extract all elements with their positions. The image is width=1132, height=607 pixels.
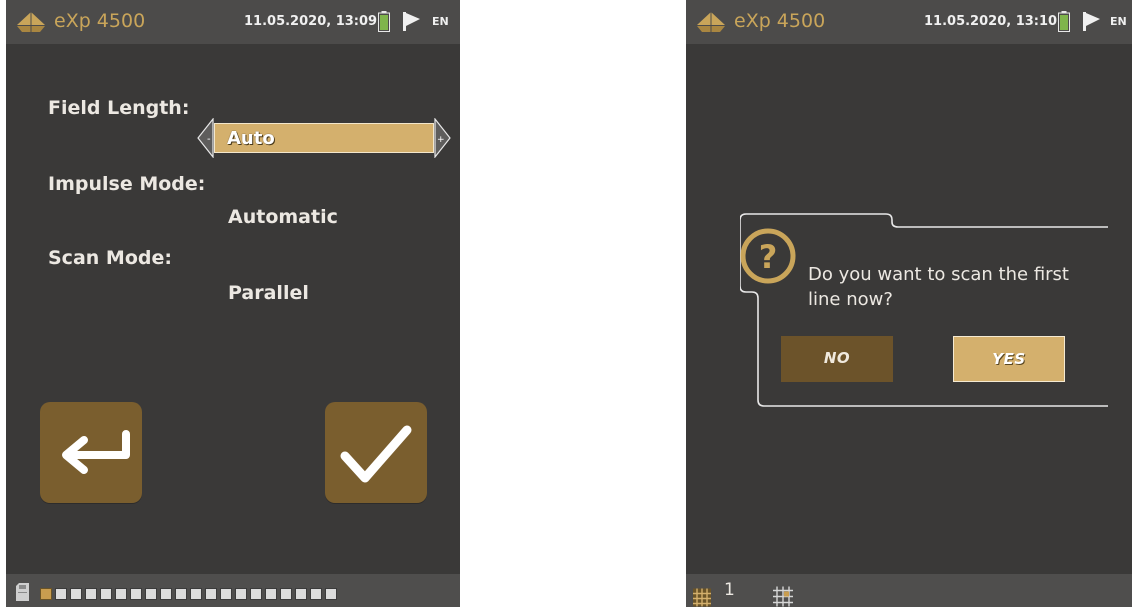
progress-segment xyxy=(220,588,232,600)
ground-scanner-logo-icon xyxy=(697,12,725,32)
field-length-selector[interactable]: - Auto + xyxy=(196,118,452,158)
progress-segment xyxy=(250,588,262,600)
language-indicator[interactable]: EN xyxy=(432,15,449,28)
scan-confirmation-dialog: ? Do you want to scan the first line now… xyxy=(740,212,1108,408)
flag-icon xyxy=(403,12,420,31)
progress-segment xyxy=(115,588,127,600)
scan-mode-value[interactable]: Parallel xyxy=(228,282,309,304)
scan-mode-label: Scan Mode: xyxy=(48,247,172,269)
app-title: eXp 4500 xyxy=(54,10,146,32)
language-indicator[interactable]: EN xyxy=(1110,15,1127,28)
settings-screen: eXp 4500 11.05.2020, 13:09 EN Field Leng… xyxy=(6,0,460,607)
scan-prompt-screen: eXp 4500 11.05.2020, 13:10 EN ? Do you w… xyxy=(686,0,1132,607)
progress-segment xyxy=(295,588,307,600)
progress-segment xyxy=(145,588,157,600)
progress-segment xyxy=(310,588,322,600)
grid-pattern-icon xyxy=(773,586,793,607)
no-button[interactable]: NO xyxy=(781,336,893,382)
progress-segment xyxy=(205,588,217,600)
progress-segment xyxy=(325,588,337,600)
progress-segment xyxy=(160,588,172,600)
back-button[interactable] xyxy=(40,402,142,503)
svg-text:?: ? xyxy=(759,238,778,276)
progress-segment xyxy=(265,588,277,600)
field-length-value-box[interactable]: Auto xyxy=(214,123,434,153)
progress-segment xyxy=(280,588,292,600)
yes-button[interactable]: YES xyxy=(953,336,1065,382)
progress-segment xyxy=(70,588,82,600)
increase-arrow-icon[interactable]: + xyxy=(434,118,452,158)
line-count: 1 xyxy=(724,580,735,600)
field-length-label: Field Length: xyxy=(48,97,190,119)
progress-segment xyxy=(175,588,187,600)
progress-segment xyxy=(130,588,142,600)
sd-card-icon xyxy=(16,583,29,601)
battery-icon xyxy=(378,11,390,32)
datetime: 11.05.2020, 13:10 xyxy=(924,14,1058,29)
scan-grid-icon xyxy=(693,588,711,607)
ground-scanner-logo-icon xyxy=(17,12,45,32)
confirm-button[interactable] xyxy=(325,402,427,503)
app-title: eXp 4500 xyxy=(734,10,826,32)
no-button-label: NO xyxy=(823,349,851,367)
progress-segment xyxy=(55,588,67,600)
dialog-message: Do you want to scan the first line now? xyxy=(808,264,1069,310)
progress-segment xyxy=(100,588,112,600)
flag-icon xyxy=(1083,12,1100,31)
progress-segment xyxy=(40,588,52,600)
svg-text:+: + xyxy=(437,135,445,145)
bottom-bar: 1 xyxy=(686,574,1132,607)
decrease-arrow-icon[interactable]: - xyxy=(196,118,214,158)
progress-segment xyxy=(190,588,202,600)
bottom-bar xyxy=(6,574,460,607)
progress-segment xyxy=(85,588,97,600)
datetime: 11.05.2020, 13:09 xyxy=(244,14,378,29)
return-arrow-icon xyxy=(62,430,130,474)
progress-indicator xyxy=(40,588,337,602)
checkmark-icon xyxy=(340,425,412,483)
status-bar: eXp 4500 11.05.2020, 13:10 EN xyxy=(686,0,1132,44)
field-length-value: Auto xyxy=(227,128,275,149)
question-icon: ? xyxy=(740,228,796,284)
yes-button-label: YES xyxy=(992,350,1026,368)
battery-icon xyxy=(1058,11,1070,32)
impulse-mode-label: Impulse Mode: xyxy=(48,173,206,195)
progress-segment xyxy=(235,588,247,600)
status-bar: eXp 4500 11.05.2020, 13:09 EN xyxy=(6,0,460,44)
svg-text:-: - xyxy=(207,134,211,145)
impulse-mode-value[interactable]: Automatic xyxy=(228,206,338,228)
